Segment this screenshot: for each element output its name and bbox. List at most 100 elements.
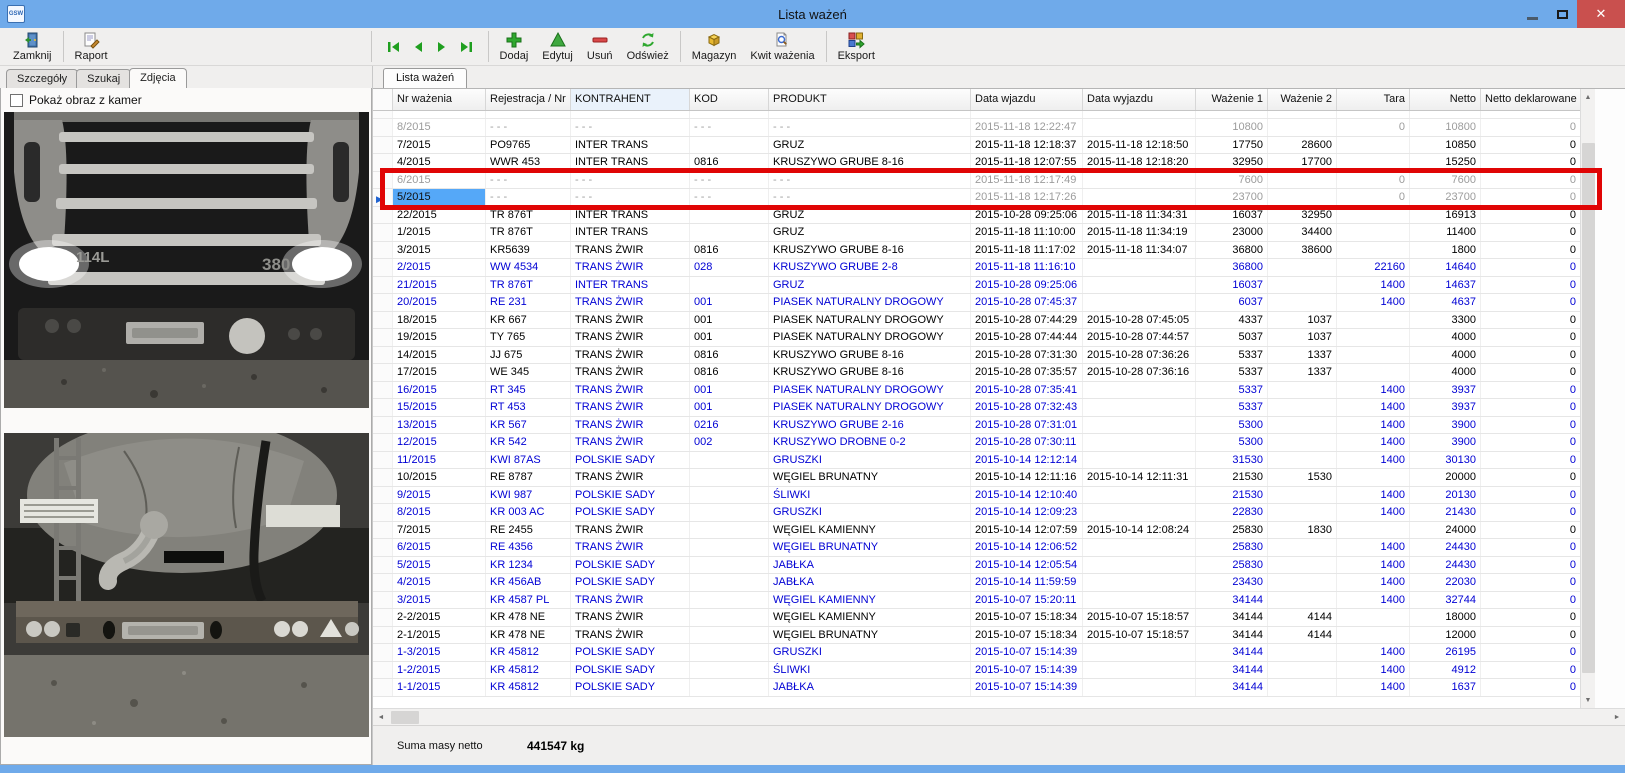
row-selector[interactable] (373, 452, 393, 469)
table-row[interactable]: 1-1/2015KR 45812POLSKIE SADYJABŁKA2015-1… (373, 679, 1580, 697)
cell[interactable]: TRANS ŻWIR (571, 294, 690, 311)
cell[interactable] (1337, 312, 1410, 329)
cell[interactable]: WĘGIEL BRUNATNY (769, 469, 971, 486)
cell[interactable]: 2015-10-28 07:45:37 (971, 294, 1083, 311)
cell[interactable]: 4/2015 (393, 574, 486, 591)
cell[interactable] (1083, 277, 1196, 294)
cell[interactable]: KR 456AB (486, 574, 571, 591)
cell[interactable] (1268, 294, 1337, 311)
vertical-scrollbar[interactable]: ▲ ▼ (1580, 89, 1595, 708)
cell[interactable]: 0 (1481, 592, 1580, 609)
cell[interactable] (1337, 207, 1410, 224)
cell[interactable]: 1400 (1337, 539, 1410, 556)
table-row[interactable]: 11/2015KWI 87ASPOLSKIE SADYGRUSZKI2015-1… (373, 452, 1580, 470)
cell[interactable]: 2015-10-28 07:35:41 (971, 382, 1083, 399)
cell[interactable] (690, 277, 769, 294)
cell[interactable]: RT 453 (486, 399, 571, 416)
cell[interactable] (1337, 242, 1410, 259)
horizontal-scroll-thumb[interactable] (391, 711, 419, 724)
cell[interactable]: KR 45812 (486, 662, 571, 679)
cell[interactable]: 0 (1481, 522, 1580, 539)
cell[interactable]: 0216 (690, 417, 769, 434)
table-row[interactable]: 3/2015KR 4587 PLTRANS ŻWIRWĘGIEL KAMIENN… (373, 592, 1580, 610)
cell[interactable]: TY 765 (486, 329, 571, 346)
cell[interactable]: 2015-10-28 07:32:43 (971, 399, 1083, 416)
cell[interactable]: - - - (571, 119, 690, 136)
cell[interactable]: 2015-10-28 07:35:57 (971, 364, 1083, 381)
cell[interactable]: 0 (1481, 504, 1580, 521)
cell[interactable] (690, 609, 769, 626)
cell[interactable]: 25830 (1196, 539, 1268, 556)
cell[interactable] (1268, 644, 1337, 661)
cell[interactable] (1268, 592, 1337, 609)
cell[interactable] (1083, 487, 1196, 504)
cell[interactable] (1083, 259, 1196, 276)
cell[interactable] (1083, 574, 1196, 591)
cell[interactable]: WĘGIEL BRUNATNY (769, 627, 971, 644)
row-selector[interactable] (373, 557, 393, 574)
cell[interactable]: 2015-10-28 07:45:05 (1083, 312, 1196, 329)
cell[interactable] (1083, 294, 1196, 311)
cell[interactable]: 3937 (1410, 399, 1481, 416)
cell[interactable]: KRUSZYWO GRUBE 8-16 (769, 364, 971, 381)
table-row[interactable]: 2-1/2015KR 478 NETRANS ŻWIRWĘGIEL BRUNAT… (373, 627, 1580, 645)
cell[interactable]: 10850 (1410, 137, 1481, 154)
nav-first-button[interactable] (384, 37, 404, 57)
cell[interactable]: - - - (571, 172, 690, 189)
cell[interactable]: 12/2015 (393, 434, 486, 451)
table-row[interactable]: 15/2015RT 453TRANS ŻWIR001PIASEK NATURAL… (373, 399, 1580, 417)
column-header-8[interactable]: Ważenie 2 (1268, 89, 1337, 110)
cell[interactable]: 7/2015 (393, 137, 486, 154)
cell[interactable]: 2015-10-14 12:10:40 (971, 487, 1083, 504)
cell[interactable]: 15250 (1410, 154, 1481, 171)
cell[interactable]: KR 542 (486, 434, 571, 451)
row-selector[interactable] (373, 347, 393, 364)
cell[interactable] (1268, 452, 1337, 469)
cell[interactable]: TRANS ŻWIR (571, 259, 690, 276)
cell[interactable]: 4637 (1410, 294, 1481, 311)
cell[interactable]: PIASEK NATURALNY DROGOWY (769, 382, 971, 399)
cell[interactable]: 1400 (1337, 487, 1410, 504)
cell[interactable] (1337, 627, 1410, 644)
cell[interactable]: 21530 (1196, 469, 1268, 486)
cell[interactable]: JABŁKA (769, 574, 971, 591)
cell[interactable]: 1530 (1268, 469, 1337, 486)
row-selector[interactable] (373, 329, 393, 346)
table-row[interactable]: 1-2/2015KR 45812POLSKIE SADYŚLIWKI2015-1… (373, 662, 1580, 680)
cell[interactable]: 16/2015 (393, 382, 486, 399)
table-row[interactable]: 7/2015PO9765INTER TRANSGRUZ2015-11-18 12… (373, 137, 1580, 155)
cell[interactable]: TRANS ŻWIR (571, 399, 690, 416)
cell[interactable]: TRANS ŻWIR (571, 329, 690, 346)
cell[interactable] (690, 487, 769, 504)
cell[interactable]: KR5639 (486, 242, 571, 259)
cell[interactable]: 2015-11-18 12:07:55 (971, 154, 1083, 171)
usun-button[interactable]: Usuń (580, 28, 620, 65)
cell[interactable]: 2015-10-07 15:14:39 (971, 679, 1083, 696)
row-selector[interactable] (373, 259, 393, 276)
cell[interactable]: 36800 (1196, 242, 1268, 259)
cell[interactable]: 11/2015 (393, 452, 486, 469)
cell[interactable] (1337, 224, 1410, 241)
row-selector[interactable] (373, 224, 393, 241)
row-selector[interactable] (373, 522, 393, 539)
cell[interactable]: 23430 (1196, 574, 1268, 591)
cell[interactable]: 2015-10-07 15:18:34 (971, 627, 1083, 644)
cell[interactable]: JJ 675 (486, 347, 571, 364)
cell[interactable]: KR 4587 PL (486, 592, 571, 609)
cell[interactable]: 1337 (1268, 364, 1337, 381)
table-row[interactable]: 6/2015RE 4356TRANS ŻWIRWĘGIEL BRUNATNY20… (373, 539, 1580, 557)
cell[interactable]: 25830 (1196, 522, 1268, 539)
cell[interactable] (690, 592, 769, 609)
cell[interactable]: 0 (1337, 119, 1410, 136)
cell[interactable]: 17750 (1196, 137, 1268, 154)
cell[interactable]: 2015-10-28 07:44:57 (1083, 329, 1196, 346)
cell[interactable]: 001 (690, 294, 769, 311)
cell[interactable]: 18/2015 (393, 312, 486, 329)
cell[interactable]: 16913 (1410, 207, 1481, 224)
table-row[interactable]: 12/2015KR 542TRANS ŻWIR002KRUSZYWO DROBN… (373, 434, 1580, 452)
cell[interactable]: 5300 (1196, 434, 1268, 451)
cell[interactable]: 13/2015 (393, 417, 486, 434)
cell[interactable] (690, 557, 769, 574)
cell[interactable] (1268, 277, 1337, 294)
table-row[interactable]: 19/2015TY 765TRANS ŻWIR001PIASEK NATURAL… (373, 329, 1580, 347)
